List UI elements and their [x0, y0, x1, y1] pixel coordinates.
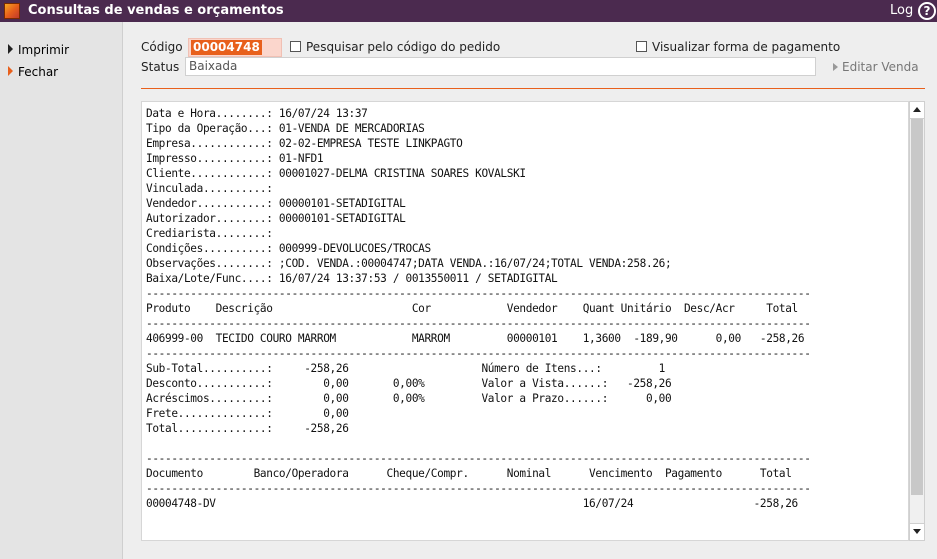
- report-line: Documento Banco/Operadora Cheque/Compr. …: [146, 467, 792, 480]
- report-line: Vinculada..........:: [146, 182, 273, 195]
- codigo-label: Código: [141, 40, 183, 54]
- log-link[interactable]: Log: [890, 3, 913, 18]
- report-line: Frete..............: 0,00: [146, 407, 349, 420]
- edit-sale-button[interactable]: Editar Venda: [833, 60, 919, 74]
- report-line: Baixa/Lote/Func....: 16/07/24 13:37:53 /…: [146, 272, 558, 285]
- report-line: Impresso...........: 01-NFD1: [146, 152, 324, 165]
- help-icon[interactable]: ?: [918, 2, 936, 20]
- status-field: Baixada: [185, 57, 816, 76]
- report-line: Acréscimos.........: 0,00 0,00% Valor a …: [146, 392, 672, 405]
- report-line: Data e Hora........: 16/07/24 13:37: [146, 107, 368, 120]
- arrow-right-icon: [8, 66, 13, 76]
- scroll-up-icon[interactable]: [910, 102, 924, 119]
- search-by-order-checkbox[interactable]: [290, 41, 301, 52]
- codigo-value: 00004748: [191, 40, 262, 55]
- report-line: Cliente............: 00001027-DELMA CRIS…: [146, 167, 526, 180]
- report-line: Desconto...........: 0,00 0,00% Valor a …: [146, 377, 672, 390]
- report-line: 00004748-DV 16/07/24 -258,26: [146, 497, 798, 510]
- sidebar-item-fechar[interactable]: Fechar: [8, 65, 58, 81]
- report-line: ----------------------------------------…: [146, 347, 811, 360]
- arrow-right-icon: [833, 63, 838, 71]
- report-line: Empresa............: 02-02-EMPRESA TESTE…: [146, 137, 463, 150]
- status-label: Status: [141, 60, 180, 74]
- scroll-thumb[interactable]: [911, 119, 923, 495]
- sidebar-item-label: Fechar: [18, 65, 59, 79]
- arrow-right-icon: [8, 44, 13, 54]
- report-line: Autorizador........: 00000101-SETADIGITA…: [146, 212, 406, 225]
- report-line: Produto Descrição Cor Vendedor Quant Uni…: [146, 302, 798, 315]
- report-line: ----------------------------------------…: [146, 452, 811, 465]
- report-line: ----------------------------------------…: [146, 287, 811, 300]
- edit-sale-label: Editar Venda: [842, 60, 919, 74]
- show-payment-label[interactable]: Visualizar forma de pagamento: [652, 40, 840, 54]
- window-title: Consultas de vendas e orçamentos: [28, 3, 284, 18]
- search-by-order-label[interactable]: Pesquisar pelo código do pedido: [306, 40, 500, 54]
- report-line: Observações........: ;COD. VENDA.:000047…: [146, 257, 672, 270]
- sidebar: Imprimir Fechar: [0, 22, 123, 559]
- app-logo-icon: [4, 3, 20, 19]
- report-line: Crediarista........:: [146, 227, 273, 240]
- report-line: ----------------------------------------…: [146, 317, 811, 330]
- divider: [141, 88, 925, 89]
- sidebar-item-imprimir[interactable]: Imprimir: [8, 43, 69, 59]
- report-line: Vendedor...........: 00000101-SETADIGITA…: [146, 197, 406, 210]
- report-line: 406999-00 TECIDO COURO MARROM MARROM 000…: [146, 332, 805, 345]
- report-view: Data e Hora........: 16/07/24 13:37 Tipo…: [141, 101, 909, 541]
- show-payment-checkbox[interactable]: [636, 41, 647, 52]
- main-panel: Código 00004748 Pesquisar pelo código do…: [123, 22, 937, 559]
- sidebar-item-label: Imprimir: [18, 43, 70, 57]
- report-line: Condições..........: 000999-DEVOLUCOES/T…: [146, 242, 431, 255]
- report-line: ----------------------------------------…: [146, 482, 811, 495]
- scroll-down-icon[interactable]: [910, 523, 924, 540]
- report-line: Total..............: -258,26: [146, 422, 349, 435]
- report-line: Sub-Total..........: -258,26 Número de I…: [146, 362, 665, 375]
- report-line: Tipo da Operação...: 01-VENDA DE MERCADO…: [146, 122, 425, 135]
- title-bar: Consultas de vendas e orçamentos Log ?: [0, 0, 937, 22]
- codigo-input[interactable]: 00004748: [188, 38, 282, 57]
- vertical-scrollbar[interactable]: [909, 101, 925, 541]
- report-text: Data e Hora........: 16/07/24 13:37 Tipo…: [146, 106, 811, 511]
